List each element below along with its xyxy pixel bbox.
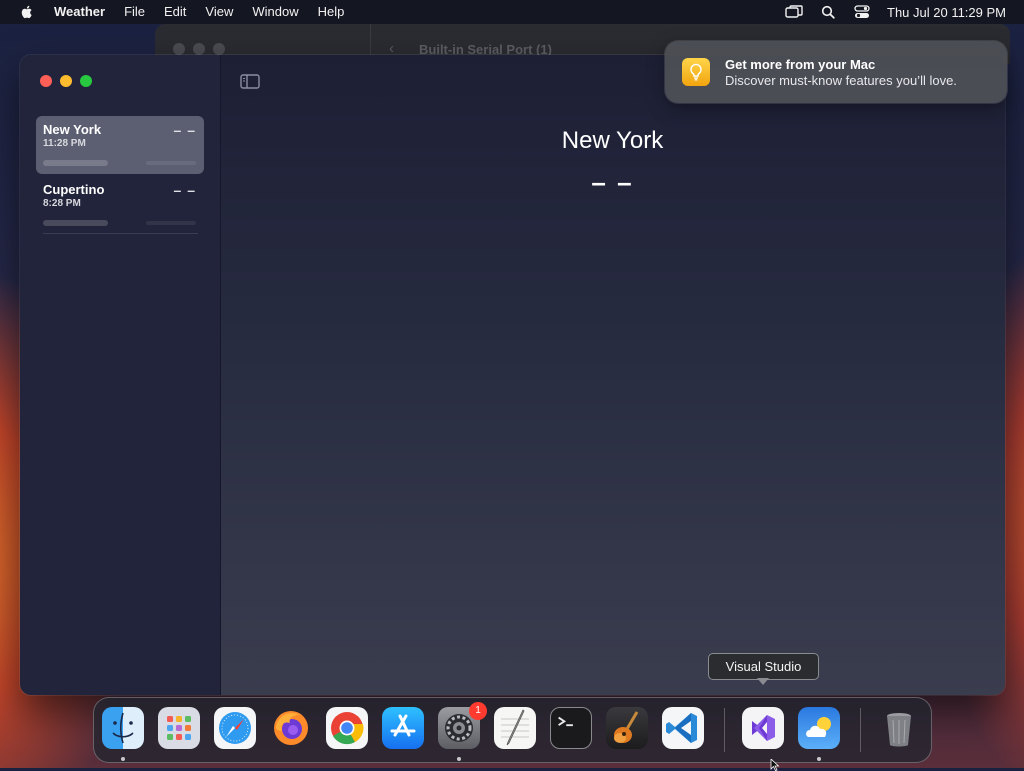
city-name: New York: [43, 122, 102, 137]
menu-help[interactable]: Help: [318, 0, 345, 24]
trash-icon[interactable]: [878, 707, 920, 749]
main-temperature: – –: [591, 167, 634, 197]
sidebar-divider: [43, 233, 198, 234]
running-indicator: [817, 757, 821, 761]
window-controls: [40, 75, 92, 87]
terminal-icon[interactable]: [550, 707, 592, 749]
chrome-icon[interactable]: [326, 707, 368, 749]
city-name: Cupertino: [43, 182, 105, 197]
launchpad-icon[interactable]: [158, 707, 200, 749]
vscode-icon[interactable]: [662, 707, 704, 749]
spotlight-search-icon[interactable]: [819, 5, 837, 19]
background-window-traffic-lights: [173, 43, 225, 55]
screen-mirroring-icon[interactable]: [785, 5, 803, 19]
weather-icon[interactable]: [798, 707, 840, 749]
finder-icon[interactable]: [102, 707, 144, 749]
menu-clock[interactable]: Thu Jul 20 11:29 PM: [887, 5, 1006, 20]
minimize-button[interactable]: [60, 75, 72, 87]
condition-placeholder: [43, 160, 108, 166]
main-city-title: New York: [561, 127, 664, 154]
menu-app-name[interactable]: Weather: [54, 0, 105, 24]
high-low-placeholder: [146, 221, 196, 225]
notification-body: Discover must-know features you’ll love.: [725, 73, 957, 88]
city-time: 11:28 PM: [43, 138, 86, 149]
safari-icon[interactable]: [214, 707, 256, 749]
menu-view[interactable]: View: [205, 0, 233, 24]
menu-bar: Weather File Edit View Window Help Thu J…: [0, 0, 1024, 24]
zoom-button[interactable]: [80, 75, 92, 87]
weather-window: New York 11:28 PM – – Cupertino 8:28 PM …: [20, 55, 1005, 695]
menu-window[interactable]: Window: [252, 0, 298, 24]
menu-edit[interactable]: Edit: [164, 0, 186, 24]
city-temperature: – –: [173, 182, 196, 198]
visual-studio-icon[interactable]: [742, 707, 784, 749]
sidebar: New York 11:28 PM – – Cupertino 8:28 PM …: [20, 55, 221, 695]
dock-tooltip: Visual Studio: [708, 653, 819, 680]
condition-placeholder: [43, 220, 108, 226]
notification-banner[interactable]: Get more from your Mac Discover must-kno…: [665, 41, 1007, 103]
control-center-icon[interactable]: [853, 5, 871, 19]
lightbulb-icon: [682, 58, 710, 86]
dock-tooltip-pointer: [757, 678, 769, 685]
city-time: 8:28 PM: [43, 198, 81, 209]
apple-menu-icon[interactable]: [19, 4, 35, 20]
notification-title: Get more from your Mac: [725, 57, 876, 72]
city-temperature: – –: [173, 122, 196, 138]
notification-badge: 1: [469, 702, 487, 720]
running-indicator: [457, 757, 461, 761]
textedit-icon[interactable]: [494, 707, 536, 749]
firefox-icon[interactable]: [270, 707, 312, 749]
app-store-icon[interactable]: [382, 707, 424, 749]
high-low-placeholder: [146, 161, 196, 165]
running-indicator: [121, 757, 125, 761]
garageband-icon[interactable]: [606, 707, 648, 749]
sidebar-item-cupertino[interactable]: Cupertino 8:28 PM – –: [36, 176, 204, 234]
menu-file[interactable]: File: [124, 0, 145, 24]
close-button[interactable]: [40, 75, 52, 87]
dock-divider: [860, 708, 861, 752]
dock-divider: [724, 708, 725, 752]
sidebar-toggle-icon[interactable]: [240, 74, 260, 89]
mouse-cursor-icon: [770, 759, 780, 771]
dock: 1: [93, 697, 932, 763]
sidebar-item-new-york[interactable]: New York 11:28 PM – –: [36, 116, 204, 174]
